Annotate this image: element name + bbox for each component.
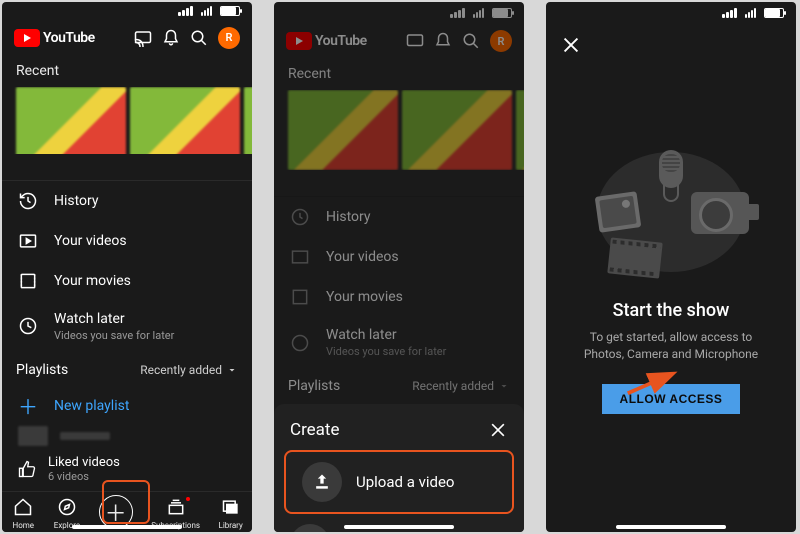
- cast-icon[interactable]: [134, 29, 152, 47]
- avatar: R: [490, 30, 512, 52]
- liked-videos-row[interactable]: Liked videos 6 videos: [2, 447, 252, 491]
- thumbs-up-icon: [18, 460, 36, 478]
- status-bar: [274, 2, 524, 24]
- permission-illustration: [591, 142, 751, 282]
- app-header: YouTube R: [2, 21, 252, 55]
- permission-description: To get started, allow access to Photos, …: [570, 329, 772, 363]
- nav-library[interactable]: Library: [219, 495, 243, 530]
- history-icon: [18, 191, 38, 211]
- youtube-logo: YouTube: [286, 32, 367, 50]
- home-indicator: [72, 525, 182, 529]
- tutorial-arrow-icon: [624, 368, 680, 398]
- search-icon[interactable]: [190, 29, 208, 47]
- status-bar: [2, 2, 252, 21]
- status-bar: [546, 2, 796, 24]
- youtube-brand-text: YouTube: [43, 30, 95, 46]
- compass-icon: [55, 495, 79, 519]
- library-icon: [219, 495, 243, 519]
- liked-count: 6 videos: [48, 470, 120, 483]
- microphone-icon: [654, 150, 688, 204]
- app-header: YouTube R: [274, 24, 524, 58]
- watch-later-row[interactable]: Watch later Videos you save for later: [2, 301, 252, 352]
- your-videos-row[interactable]: Your videos: [2, 221, 252, 261]
- your-movies-icon: [18, 271, 38, 291]
- watch-later-label: Watch later: [54, 311, 125, 327]
- home-icon: [11, 495, 35, 519]
- video-thumbnail[interactable]: [130, 87, 240, 154]
- video-thumbnail[interactable]: [16, 87, 126, 154]
- recent-label: Recent: [2, 55, 252, 87]
- cellular-signal-icon: [178, 6, 193, 16]
- phone-permission-screen: Start the show To get started, allow acc…: [546, 2, 796, 532]
- cast-icon: [406, 32, 424, 50]
- battery-icon: [220, 6, 240, 16]
- photo-icon: [595, 191, 642, 232]
- video-thumbnail[interactable]: [244, 87, 252, 154]
- youtube-play-icon: [14, 29, 40, 47]
- your-movies-label: Your movies: [54, 273, 131, 289]
- your-movies-row[interactable]: Your movies: [2, 261, 252, 301]
- watch-later-icon: [18, 316, 38, 336]
- create-bottom-sheet: Create Upload a video Go live: [274, 404, 524, 532]
- notification-dot-icon: [186, 497, 190, 501]
- subscriptions-icon: [164, 495, 188, 519]
- your-videos-icon: [18, 231, 38, 251]
- sort-label: Recently added: [140, 363, 222, 377]
- your-videos-label: Your videos: [54, 233, 127, 249]
- new-playlist-label: New playlist: [54, 398, 129, 414]
- film-icon: [607, 237, 662, 278]
- create-title: Create: [290, 420, 340, 440]
- upload-label: Upload a video: [356, 473, 454, 491]
- watch-later-sub: Videos you save for later: [54, 329, 174, 342]
- liked-videos-label: Liked videos: [48, 455, 120, 470]
- phone-create-sheet-screen: YouTube R Recent History Your videos You…: [274, 2, 524, 532]
- chevron-down-icon: [226, 364, 238, 376]
- permission-title: Start the show: [613, 300, 730, 321]
- avatar[interactable]: R: [218, 27, 240, 49]
- close-icon[interactable]: [560, 34, 582, 56]
- camera-icon: [691, 192, 749, 234]
- wifi-signal-icon: [201, 6, 212, 16]
- go-live-button[interactable]: Go live: [274, 514, 524, 532]
- search-icon: [462, 32, 480, 50]
- notifications-icon[interactable]: [162, 29, 180, 47]
- home-indicator: [344, 525, 454, 529]
- youtube-logo[interactable]: YouTube: [14, 29, 95, 47]
- phone-library-screen: YouTube R Recent History Your videos You…: [2, 2, 252, 532]
- upload-icon: [302, 462, 342, 502]
- close-icon[interactable]: [488, 420, 508, 440]
- home-indicator: [616, 525, 726, 529]
- nav-home[interactable]: Home: [11, 495, 35, 530]
- live-icon: [290, 524, 330, 532]
- notifications-icon: [434, 32, 452, 50]
- upload-video-button[interactable]: Upload a video: [286, 452, 512, 512]
- plus-icon: ＋: [18, 396, 38, 416]
- new-playlist-button[interactable]: ＋ New playlist: [2, 388, 252, 424]
- history-label: History: [54, 193, 99, 209]
- recent-thumbnails[interactable]: [2, 87, 252, 154]
- playlist-sort-button[interactable]: Recently added: [140, 363, 238, 377]
- history-row[interactable]: History: [2, 181, 252, 221]
- playlist-item[interactable]: [18, 424, 236, 448]
- tutorial-highlight: Upload a video: [284, 450, 514, 514]
- playlists-label: Playlists: [16, 362, 68, 378]
